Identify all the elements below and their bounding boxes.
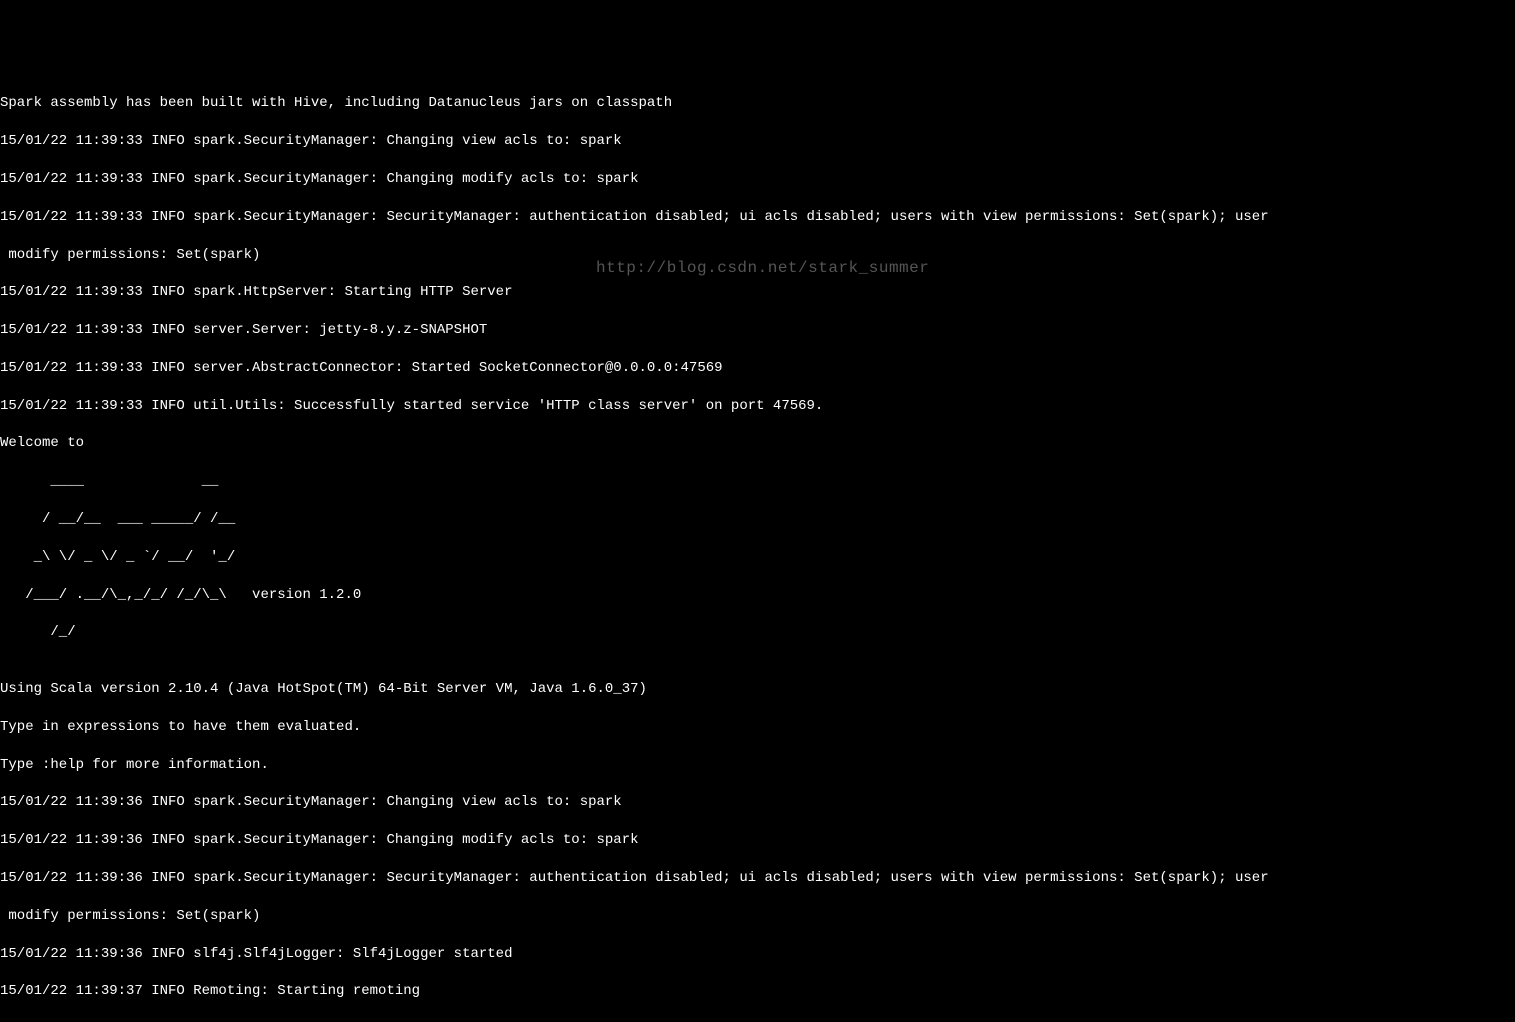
ascii-art-line: _\ \/ _ \/ _ `/ __/ '_/ — [0, 548, 1515, 567]
terminal-output: Spark assembly has been built with Hive,… — [0, 76, 1515, 1021]
ascii-art-line: /_/ — [0, 623, 1515, 642]
log-line: 15/01/22 11:39:33 INFO spark.SecurityMan… — [0, 132, 1515, 151]
log-line: modify permissions: Set(spark) — [0, 907, 1515, 926]
log-line: 15/01/22 11:39:36 INFO slf4j.Slf4jLogger… — [0, 945, 1515, 964]
log-line: 15/01/22 11:39:36 INFO spark.SecurityMan… — [0, 831, 1515, 850]
log-line: 15/01/22 11:39:33 INFO spark.SecurityMan… — [0, 208, 1515, 227]
ascii-art-line: ____ __ — [0, 472, 1515, 491]
log-line: 15/01/22 11:39:36 INFO spark.SecurityMan… — [0, 793, 1515, 812]
log-line: 15/01/22 11:39:33 INFO spark.SecurityMan… — [0, 170, 1515, 189]
log-line: 15/01/22 11:39:37 INFO Remoting: Startin… — [0, 982, 1515, 1001]
log-line: 15/01/22 11:39:33 INFO server.Server: je… — [0, 321, 1515, 340]
log-line: 15/01/22 11:39:33 INFO server.AbstractCo… — [0, 359, 1515, 378]
watermark-text: http://blog.csdn.net/stark_summer — [596, 258, 929, 280]
ascii-art-line: / __/__ ___ _____/ /__ — [0, 510, 1515, 529]
log-line: Type :help for more information. — [0, 756, 1515, 775]
log-line: 15/01/22 11:39:36 INFO spark.SecurityMan… — [0, 869, 1515, 888]
log-line: 15/01/22 11:39:33 INFO util.Utils: Succe… — [0, 397, 1515, 416]
ascii-art-line: /___/ .__/\_,_/_/ /_/\_\ version 1.2.0 — [0, 586, 1515, 605]
log-line: Using Scala version 2.10.4 (Java HotSpot… — [0, 680, 1515, 699]
log-line: Spark assembly has been built with Hive,… — [0, 94, 1515, 113]
log-line: 15/01/22 11:39:33 INFO spark.HttpServer:… — [0, 283, 1515, 302]
log-line: Welcome to — [0, 434, 1515, 453]
log-line: Type in expressions to have them evaluat… — [0, 718, 1515, 737]
